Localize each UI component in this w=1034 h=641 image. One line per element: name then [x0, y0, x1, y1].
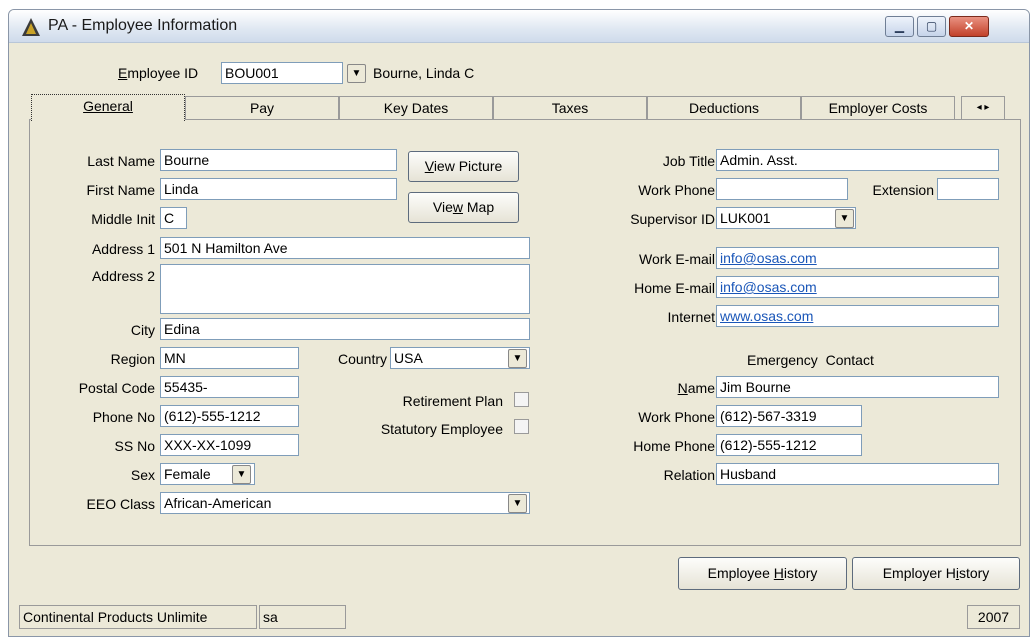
status-company: Continental Products Unlimite — [19, 605, 257, 629]
home-email-link[interactable]: info@osas.com — [720, 279, 817, 295]
first-name-field[interactable]: Linda — [160, 178, 397, 200]
minimize-button[interactable]: ▁ — [885, 16, 914, 37]
employee-name: Bourne, Linda C — [373, 65, 475, 81]
ec-home-phone-field[interactable]: (612)-555-1212 — [716, 434, 862, 456]
extension-label: Extension — [872, 182, 934, 198]
address1-field[interactable]: 501 N Hamilton Ave — [160, 237, 530, 259]
sex-dropdown-icon[interactable]: ▼ — [232, 465, 251, 484]
employer-history-button[interactable]: Employer History — [852, 557, 1020, 590]
tab-taxes[interactable]: Taxes — [493, 96, 647, 120]
view-map-button[interactable]: View Map — [408, 192, 519, 223]
home-email-label: Home E-mail — [634, 280, 715, 296]
postal-code-field[interactable]: 55435- — [160, 376, 299, 398]
ec-relation-field[interactable]: Husband — [716, 463, 999, 485]
address2-field[interactable] — [160, 264, 530, 314]
country-label: Country — [337, 351, 387, 367]
last-name-field[interactable]: Bourne — [160, 149, 397, 171]
status-user: sa — [259, 605, 346, 629]
tab-general[interactable]: General — [31, 94, 185, 121]
middle-init-field[interactable]: C — [160, 207, 187, 229]
sex-label: Sex — [130, 467, 155, 483]
tab-pay[interactable]: Pay — [185, 96, 339, 120]
tab-key-dates[interactable]: Key Dates — [339, 96, 493, 120]
work-email-label: Work E-mail — [639, 251, 715, 267]
app-logo-icon — [22, 18, 40, 36]
close-button[interactable]: ✕ — [949, 16, 989, 37]
address1-label: Address 1 — [91, 241, 155, 257]
employee-id-dropdown-icon[interactable]: ▼ — [347, 64, 366, 83]
view-picture-button[interactable]: View Picture — [408, 151, 519, 182]
region-field[interactable]: MN — [160, 347, 299, 369]
work-email-field[interactable]: info@osas.com — [716, 247, 999, 269]
home-email-field[interactable]: info@osas.com — [716, 276, 999, 298]
eeo-class-label: EEO Class — [86, 496, 155, 512]
maximize-button[interactable]: ▢ — [917, 16, 946, 37]
employee-information-window: PA - Employee Information ▁ ▢ ✕ Employee… — [8, 9, 1030, 637]
ec-work-phone-label: Work Phone — [638, 409, 715, 425]
internet-field[interactable]: www.osas.com — [716, 305, 999, 327]
tab-deductions[interactable]: Deductions — [647, 96, 801, 120]
employee-id-label: Employee ID — [118, 65, 199, 81]
middle-init-label: Middle Init — [91, 211, 155, 227]
ec-name-label: Name — [677, 380, 715, 396]
extension-field[interactable] — [937, 178, 999, 200]
status-year: 2007 — [967, 605, 1020, 629]
employee-history-button[interactable]: Employee History — [678, 557, 847, 590]
work-email-link[interactable]: info@osas.com — [720, 250, 817, 266]
region-label: Region — [110, 351, 155, 367]
retirement-plan-checkbox[interactable] — [514, 392, 529, 407]
supervisor-id-dropdown-icon[interactable]: ▼ — [835, 209, 854, 228]
tab-employer-costs[interactable]: Employer Costs — [801, 96, 955, 120]
tab-scroll-arrows[interactable]: ◂ ▸ — [961, 96, 1005, 120]
eeo-class-dropdown-icon[interactable]: ▼ — [508, 494, 527, 513]
employee-id-field[interactable]: BOU001 — [221, 62, 343, 84]
job-title-field[interactable]: Admin. Asst. — [716, 149, 999, 171]
ss-no-field[interactable]: XXX-XX-1099 — [160, 434, 299, 456]
job-title-label: Job Title — [662, 153, 715, 169]
supervisor-id-label: Supervisor ID — [630, 211, 715, 227]
internet-label: Internet — [667, 309, 715, 325]
eeo-class-field[interactable]: African-American — [160, 492, 530, 514]
first-name-label: First Name — [86, 182, 155, 198]
ec-work-phone-field[interactable]: (612)-567-3319 — [716, 405, 862, 427]
statutory-employee-label: Statutory Employee — [380, 421, 503, 437]
internet-link[interactable]: www.osas.com — [720, 308, 813, 324]
work-phone-field[interactable] — [716, 178, 848, 200]
ec-name-field[interactable]: Jim Bourne — [716, 376, 999, 398]
country-dropdown-icon[interactable]: ▼ — [508, 349, 527, 368]
tab-strip: General Pay Key Dates Taxes Deductions E… — [31, 94, 1021, 121]
window-title: PA - Employee Information — [48, 17, 238, 34]
postal-code-label: Postal Code — [78, 380, 155, 396]
retirement-plan-label: Retirement Plan — [402, 393, 503, 409]
last-name-label: Last Name — [87, 153, 155, 169]
work-phone-label: Work Phone — [638, 182, 715, 198]
title-bar: PA - Employee Information ▁ ▢ ✕ — [9, 10, 1029, 43]
ss-no-label: SS No — [114, 438, 155, 454]
city-label: City — [130, 322, 155, 338]
emergency-contact-heading: Emergency Contact — [747, 352, 874, 368]
phone-no-field[interactable]: (612)-555-1212 — [160, 405, 299, 427]
ec-home-phone-label: Home Phone — [633, 438, 715, 454]
phone-no-label: Phone No — [92, 409, 155, 425]
statutory-employee-checkbox[interactable] — [514, 419, 529, 434]
address2-label: Address 2 — [91, 268, 155, 284]
ec-relation-label: Relation — [663, 467, 715, 483]
city-field[interactable]: Edina — [160, 318, 530, 340]
